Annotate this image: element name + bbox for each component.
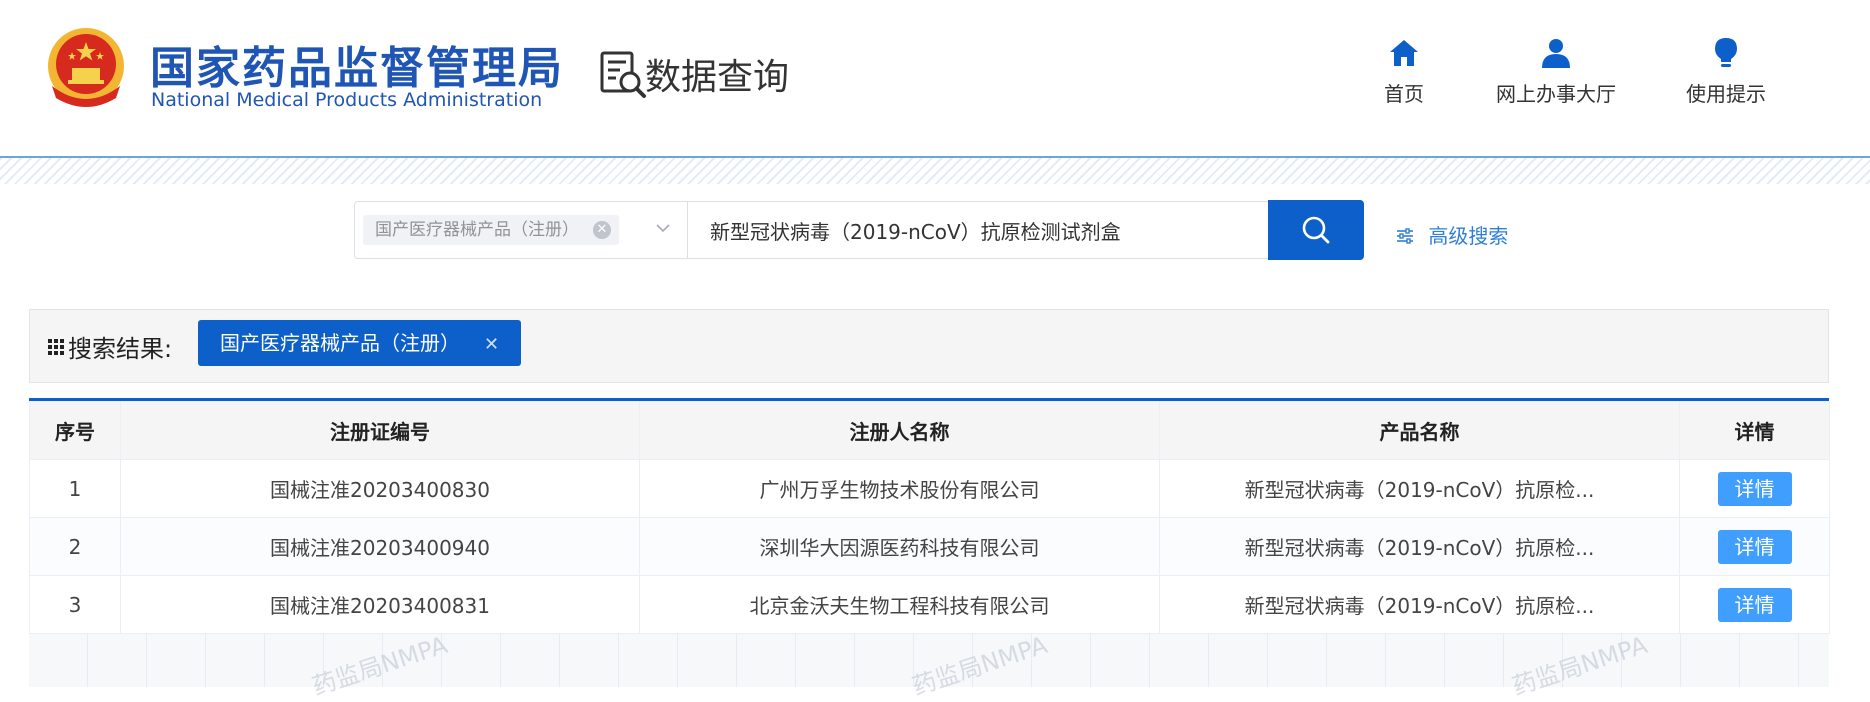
results-table-container: 序号 注册证编号 注册人名称 产品名称 详情 1 国械注准20203400830…	[29, 398, 1830, 701]
table-row: 3 国械注准20203400831 北京金沃夫生物工程科技有限公司 新型冠状病毒…	[29, 575, 1830, 634]
table-header-row: 序号 注册证编号 注册人名称 产品名称 详情	[29, 401, 1830, 460]
row-product: 新型冠状病毒（2019-nCoV）抗原检...	[1159, 517, 1680, 576]
column-header-index: 序号	[29, 401, 121, 460]
row-detail-cell: 详情	[1679, 575, 1830, 634]
detail-button[interactable]: 详情	[1717, 529, 1792, 564]
nav-home[interactable]: 首页	[1370, 36, 1438, 107]
search-button[interactable]	[1268, 200, 1364, 260]
org-name-cn: 国家药品监督管理局	[150, 43, 564, 94]
row-cert-no: 国械注准20203400830	[120, 459, 640, 518]
row-index: 1	[29, 459, 121, 518]
table-row: 1 国械注准20203400830 广州万孚生物技术股份有限公司 新型冠状病毒（…	[29, 459, 1830, 518]
grid-icon	[48, 339, 64, 355]
category-tag: 国产医疗器械产品（注册） ✕	[363, 215, 619, 245]
row-cert-no: 国械注准20203400940	[120, 517, 640, 576]
table-row: 2 国械注准20203400940 深圳华大因源医药科技有限公司 新型冠状病毒（…	[29, 517, 1830, 576]
header-hatch-pattern	[0, 158, 1870, 184]
row-index: 3	[29, 575, 121, 634]
column-header-product: 产品名称	[1159, 401, 1680, 460]
row-registrant: 广州万孚生物技术股份有限公司	[639, 459, 1160, 518]
watermark: 药监局NMPA	[308, 630, 451, 701]
advanced-search-link[interactable]: 高级搜索	[1396, 220, 1508, 249]
row-product: 新型冠状病毒（2019-nCoV）抗原检...	[1159, 459, 1680, 518]
nav-usage-tips-label: 使用提示	[1686, 82, 1766, 106]
chevron-down-icon[interactable]	[655, 220, 671, 236]
active-filter-label: 国产医疗器械产品（注册）	[220, 331, 460, 355]
watermark: 药监局NMPA	[1508, 630, 1651, 701]
national-emblem-icon	[48, 28, 124, 107]
row-detail-cell: 详情	[1679, 517, 1830, 576]
active-filter-tag: 国产医疗器械产品（注册） ✕	[198, 320, 522, 366]
close-icon[interactable]: ✕	[593, 221, 611, 239]
data-query-icon	[600, 51, 646, 98]
category-select[interactable]: 国产医疗器械产品（注册） ✕	[354, 201, 688, 259]
close-icon[interactable]: ✕	[484, 334, 499, 355]
filter-sliders-icon	[1397, 228, 1413, 244]
nav-home-label: 首页	[1384, 82, 1424, 106]
row-product: 新型冠状病毒（2019-nCoV）抗原检...	[1159, 575, 1680, 634]
category-tag-label: 国产医疗器械产品（注册）	[375, 220, 579, 240]
column-header-registrant: 注册人名称	[639, 401, 1160, 460]
row-registrant: 深圳华大因源医药科技有限公司	[639, 517, 1160, 576]
row-cert-no: 国械注准20203400831	[120, 575, 640, 634]
results-table: 序号 注册证编号 注册人名称 产品名称 详情 1 国械注准20203400830…	[29, 401, 1830, 634]
search-input[interactable]	[688, 201, 1269, 259]
watermark: 药监局NMPA	[908, 630, 1051, 701]
section-title: 数据查询	[645, 57, 790, 98]
row-detail-cell: 详情	[1679, 459, 1830, 518]
search-results-bar: 搜索结果: 国产医疗器械产品（注册） ✕	[29, 309, 1829, 383]
column-header-cert-no: 注册证编号	[120, 401, 640, 460]
nav-usage-tips[interactable]: 使用提示	[1672, 36, 1780, 107]
user-icon	[1542, 39, 1570, 68]
advanced-search-label: 高级搜索	[1428, 224, 1509, 248]
lightbulb-icon	[1715, 38, 1737, 67]
nav-online-service-hall[interactable]: 网上办事大厅	[1478, 36, 1634, 107]
detail-button[interactable]: 详情	[1717, 471, 1792, 506]
row-registrant: 北京金沃夫生物工程科技有限公司	[639, 575, 1160, 634]
search-results-label: 搜索结果:	[48, 329, 172, 364]
row-index: 2	[29, 517, 121, 576]
home-icon	[1390, 40, 1418, 66]
nav-online-service-hall-label: 网上办事大厅	[1496, 82, 1616, 106]
org-name-en: National Medical Products Administration	[151, 89, 543, 111]
column-header-detail: 详情	[1679, 401, 1830, 460]
detail-button[interactable]: 详情	[1717, 587, 1792, 622]
site-header: 国家药品监督管理局 National Medical Products Admi…	[0, 0, 1870, 158]
search-icon	[1302, 216, 1330, 244]
search-results-text: 搜索结果:	[68, 335, 173, 363]
